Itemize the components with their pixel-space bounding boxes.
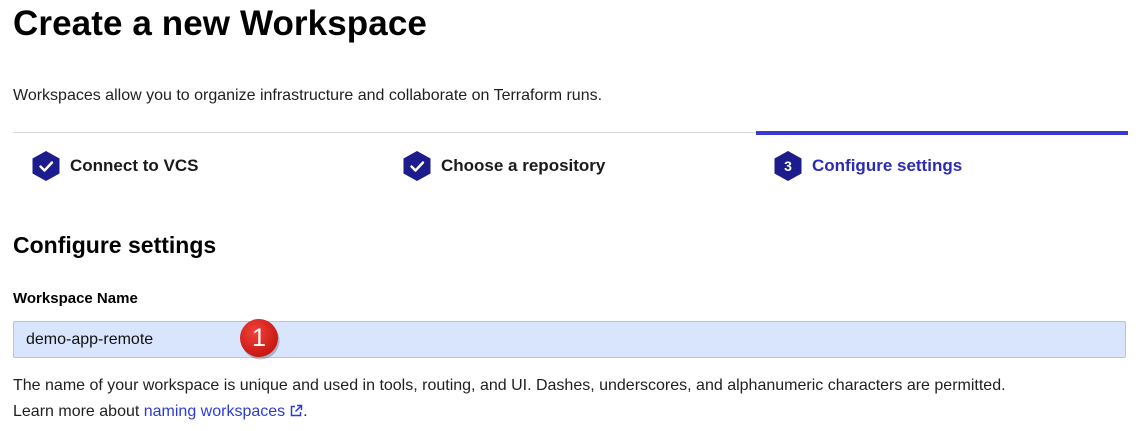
help-learn-prefix: Learn more about xyxy=(13,403,144,420)
link-text: naming workspaces xyxy=(143,403,286,420)
step-configure-settings[interactable]: 3 Configure settings xyxy=(773,150,962,182)
help-text: The name of your workspace is unique and… xyxy=(13,377,1006,394)
naming-workspaces-link[interactable]: naming workspaces xyxy=(144,403,303,420)
check-icon xyxy=(402,150,432,182)
external-link-icon xyxy=(289,401,303,427)
annotation-badge: 1 xyxy=(239,318,283,362)
help-suffix: . xyxy=(303,403,308,420)
step-number: 3 xyxy=(784,158,792,174)
workspace-name-label: Workspace Name xyxy=(13,290,138,307)
workspace-name-field[interactable] xyxy=(13,321,1126,358)
create-workspace-page: Create a new Workspace Workspaces allow … xyxy=(0,0,1142,431)
section-title: Configure settings xyxy=(13,232,217,258)
workspace-name-help: The name of your workspace is unique and… xyxy=(13,373,1133,427)
annotation-badge-number: 1 xyxy=(252,324,266,352)
active-step-indicator xyxy=(756,131,1128,135)
step-number-hexagon: 3 xyxy=(773,150,803,182)
workspace-name-input[interactable] xyxy=(14,322,1125,357)
step-connect-to-vcs[interactable]: Connect to VCS xyxy=(31,150,198,182)
step-label: Choose a repository xyxy=(441,156,606,175)
step-label: Connect to VCS xyxy=(70,156,199,175)
page-title: Create a new Workspace xyxy=(13,4,427,43)
check-icon xyxy=(31,150,61,182)
step-choose-repository[interactable]: Choose a repository xyxy=(402,150,605,182)
page-subtitle: Workspaces allow you to organize infrast… xyxy=(13,87,603,104)
step-label: Configure settings xyxy=(812,156,963,175)
